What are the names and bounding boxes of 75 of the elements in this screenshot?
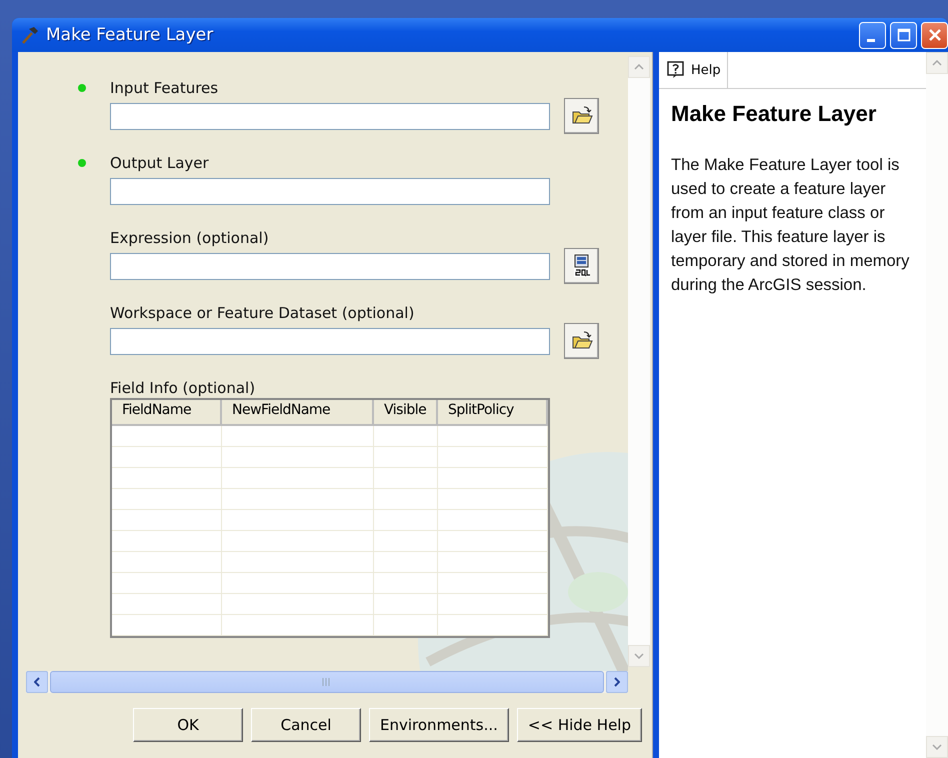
table-cell[interactable] [374,573,438,594]
table-cell[interactable] [222,615,374,636]
field-label: Field Info (optional) [110,378,256,398]
table-cell[interactable] [438,468,548,489]
table-cell[interactable] [438,510,548,531]
table-cell[interactable] [222,594,374,615]
hide-help-button[interactable]: << Hide Help [516,708,642,742]
input-field[interactable] [110,252,550,280]
maximize-icon [896,28,910,42]
table-cell[interactable] [374,489,438,510]
table-cell[interactable] [374,468,438,489]
browse-button[interactable] [564,98,599,134]
table-cell[interactable] [374,426,438,447]
column-header[interactable]: NewFieldName [222,400,374,426]
field-label: Workspace or Feature Dataset (optional) [110,303,416,323]
table-cell[interactable] [222,552,374,573]
folder-icon [570,331,592,351]
maximize-button[interactable] [890,22,917,48]
table-cell[interactable] [222,447,374,468]
table-cell[interactable] [222,573,374,594]
table-cell[interactable] [112,426,222,447]
browse-button[interactable] [564,323,599,359]
table-cell[interactable] [112,489,222,510]
table-cell[interactable] [112,573,222,594]
cancel-button[interactable]: Cancel [251,708,362,742]
table-cell[interactable] [112,615,222,636]
close-button[interactable] [921,22,948,48]
table-cell[interactable] [112,468,222,489]
help-title: Make Feature Layer [671,101,878,127]
table-cell[interactable] [222,531,374,552]
window-title: Make Feature Layer [46,25,214,45]
minimize-button[interactable] [859,22,886,48]
table-cell[interactable] [438,552,548,573]
close-icon [928,28,942,42]
table-cell[interactable] [374,552,438,573]
table-cell[interactable] [112,510,222,531]
field-label: Output Layer [110,153,210,173]
grip-icon [322,678,332,686]
column-header[interactable]: SplitPolicy [438,400,548,426]
input-field[interactable] [110,328,550,354]
table-cell[interactable] [112,447,222,468]
help-description: The Make Feature Layer tool is used to create a feature layer from an input feature class or layer file. This feature layer is temporary and stored in memory during the ArcGIS session. [671,155,910,296]
table-cell[interactable] [222,468,374,489]
table-cell[interactable] [222,489,374,510]
minimize-icon [866,38,874,42]
table-cell[interactable] [438,531,548,552]
table-cell[interactable] [222,426,374,447]
field-label: Input Features [110,78,220,98]
table-cell[interactable] [438,447,548,468]
field-label: Expression (optional) [110,228,270,248]
table-cell[interactable] [438,489,548,510]
help-tab[interactable]: Help [659,52,728,88]
hammer-icon [20,25,40,45]
column-header[interactable]: Visible [374,400,438,426]
table-cell[interactable] [374,615,438,636]
column-header[interactable]: FieldName [112,400,222,426]
table-cell[interactable] [374,510,438,531]
table-cell[interactable] [438,426,548,447]
table-cell[interactable] [112,531,222,552]
ok-button[interactable]: OK [133,708,244,742]
table-cell[interactable] [438,615,548,636]
table-cell[interactable] [374,531,438,552]
table-cell[interactable] [438,573,548,594]
table-cell[interactable] [112,594,222,615]
table-cell[interactable] [222,510,374,531]
table-cell[interactable] [374,594,438,615]
environments-button[interactable]: Environments... [369,708,509,742]
table-cell[interactable] [374,447,438,468]
help-icon [667,61,685,79]
table-cell[interactable] [112,552,222,573]
input-field[interactable] [110,178,550,204]
sql-button[interactable] [564,248,599,284]
table-cell[interactable] [438,594,548,615]
folder-icon [570,106,592,126]
input-field[interactable] [110,102,550,130]
